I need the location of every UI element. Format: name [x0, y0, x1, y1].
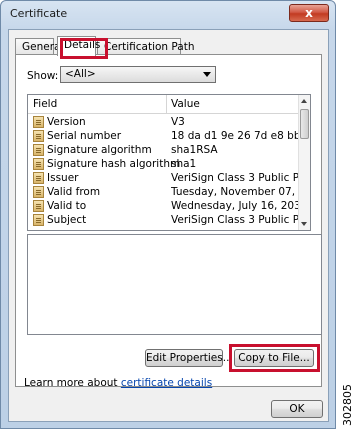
list-item[interactable]: Signature algorithm sha1RSA	[28, 143, 300, 157]
field-name: Valid to	[47, 200, 87, 212]
field-value: Tuesday, November 07, 2006 ...	[171, 186, 299, 198]
list-item[interactable]: Serial number 18 da d1 9e 26 7d e8 bb 4a …	[28, 129, 300, 143]
scrollbar-thumb[interactable]	[300, 109, 309, 139]
certificate-field-icon	[33, 200, 44, 212]
field-name: Signature algorithm	[47, 144, 152, 156]
field-name: Valid from	[47, 186, 101, 198]
certificate-window: Certificate x General Details Certificat…	[0, 0, 336, 429]
certificate-field-icon	[33, 130, 44, 142]
edit-properties-button[interactable]: Edit Properties...	[145, 349, 233, 367]
ok-button[interactable]: OK	[271, 400, 323, 418]
field-value: 18 da d1 9e 26 7d e8 bb 4a 21...	[171, 130, 299, 142]
scroll-down-icon[interactable]	[299, 218, 310, 230]
column-header-value[interactable]: Value	[171, 98, 200, 110]
chevron-down-icon	[203, 72, 211, 77]
tab-details[interactable]: Details	[57, 36, 100, 56]
field-value: Wednesday, July 16, 2036 6:...	[171, 200, 299, 212]
field-value: VeriSign Class 3 Public Primary ...	[171, 172, 299, 184]
list-item[interactable]: Signature hash algorithm sha1	[28, 157, 300, 171]
certificate-field-icon	[33, 172, 44, 184]
scroll-up-icon[interactable]	[299, 95, 310, 107]
field-name: Subject	[47, 214, 87, 226]
certificate-field-icon	[33, 186, 44, 198]
details-panel: Show: <All> Field Value Version V3 Serial…	[15, 54, 322, 389]
field-name: Version	[47, 116, 86, 128]
list-item[interactable]: Valid to Wednesday, July 16, 2036 6:...	[28, 199, 300, 213]
show-label: Show:	[27, 70, 59, 82]
learn-more-text: Learn more about certificate details	[24, 377, 212, 389]
list-item[interactable]: Issuer VeriSign Class 3 Public Primary ..…	[28, 171, 300, 185]
certificate-field-icon	[33, 158, 44, 170]
show-dropdown-value: <All>	[65, 68, 96, 80]
column-header-field[interactable]: Field	[33, 98, 57, 110]
figure-id: 302805	[341, 384, 354, 426]
field-value: sha1RSA	[171, 144, 218, 156]
show-dropdown[interactable]: <All>	[60, 66, 216, 83]
list-item[interactable]: Valid from Tuesday, November 07, 2006 ...	[28, 185, 300, 199]
dialog-client: General Details Certification Path Show:…	[8, 29, 329, 422]
list-item[interactable]: Version V3	[28, 115, 300, 129]
list-item[interactable]: Subject VeriSign Class 3 Public Primary .…	[28, 213, 300, 227]
title-bar[interactable]: Certificate x	[1, 1, 335, 29]
copy-to-file-button[interactable]: Copy to File...	[234, 349, 314, 367]
certificate-field-icon	[33, 116, 44, 128]
certificate-details-link[interactable]: certificate details	[121, 377, 212, 389]
close-button[interactable]: x	[289, 4, 329, 22]
field-name: Serial number	[47, 130, 122, 142]
field-list[interactable]: Field Value Version V3 Serial number 18 da…	[27, 94, 311, 231]
list-scrollbar[interactable]	[298, 95, 310, 230]
field-value: sha1	[171, 158, 197, 170]
field-value: V3	[171, 116, 185, 128]
field-name: Issuer	[47, 172, 79, 184]
field-name: Signature hash algorithm	[47, 158, 181, 170]
window-title: Certificate	[10, 7, 68, 20]
column-divider[interactable]	[166, 95, 167, 114]
field-value: VeriSign Class 3 Public Primary ...	[171, 214, 299, 226]
list-header: Field Value	[28, 95, 300, 114]
certificate-field-icon	[33, 144, 44, 156]
learn-more-prefix: Learn more about	[24, 377, 121, 389]
certificate-field-icon	[33, 214, 44, 226]
field-detail-box[interactable]	[27, 234, 322, 335]
list-rows: Version V3 Serial number 18 da d1 9e 26 7d…	[28, 115, 300, 227]
